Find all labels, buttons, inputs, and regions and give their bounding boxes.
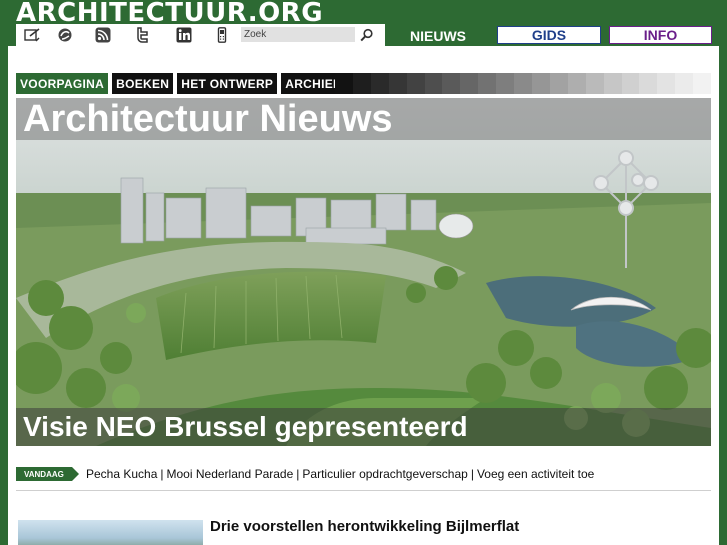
mobile-icon[interactable] bbox=[214, 27, 230, 43]
hero-caption[interactable]: Visie NEO Brussel gepresenteerd bbox=[16, 408, 711, 446]
search-icon[interactable] bbox=[358, 26, 376, 44]
search-input[interactable] bbox=[241, 27, 355, 42]
subnav-voorpagina[interactable]: VOORPAGINA bbox=[16, 73, 109, 94]
separator: | bbox=[160, 467, 164, 481]
subnav-het-ontwerp[interactable]: HET ONTWERP bbox=[177, 73, 278, 94]
compose-icon[interactable] bbox=[24, 27, 40, 43]
vandaag-link[interactable]: Particulier opdrachtgeverschap bbox=[302, 467, 467, 481]
content-panel: VOORPAGINA BOEKEN HET ONTWERP ARCHIEF Ar… bbox=[8, 46, 719, 545]
site-logo[interactable]: ARCHITECTUUR.ORG bbox=[16, 0, 323, 26]
vandaag-link[interactable]: Voeg een activiteit toe bbox=[477, 467, 594, 481]
linkedin-icon[interactable] bbox=[176, 27, 192, 43]
rss-icon[interactable] bbox=[95, 27, 111, 43]
vandaag-badge: VANDAAG bbox=[16, 467, 79, 481]
hero-banner[interactable]: Architectuur Nieuws Visie NEO Brussel ge… bbox=[16, 98, 711, 446]
vandaag-link[interactable]: Mooi Nederland Parade bbox=[167, 467, 294, 481]
tab-gids[interactable]: GIDS bbox=[497, 26, 601, 44]
share-icon[interactable] bbox=[57, 27, 73, 43]
vandaag-link[interactable]: Pecha Kucha bbox=[86, 467, 157, 481]
tab-nieuws[interactable]: NIEUWS bbox=[385, 24, 491, 48]
hero-image bbox=[16, 98, 711, 446]
gradient-strip bbox=[335, 73, 712, 94]
twitter-icon[interactable] bbox=[134, 27, 150, 43]
toolbar bbox=[16, 24, 385, 46]
separator: | bbox=[296, 467, 300, 481]
divider bbox=[16, 490, 711, 491]
article-thumbnail[interactable] bbox=[18, 520, 203, 545]
hero-title[interactable]: Architectuur Nieuws bbox=[16, 98, 711, 140]
subnav-boeken[interactable]: BOEKEN bbox=[112, 73, 174, 94]
vandaag-bar: VANDAAG Pecha Kucha | Mooi Nederland Parad… bbox=[16, 466, 594, 482]
vandaag-links: Pecha Kucha | Mooi Nederland Parade | Partic… bbox=[86, 467, 594, 481]
article-title[interactable]: Drie voorstellen herontwikkeling Bijlmer… bbox=[210, 518, 519, 535]
subnav: VOORPAGINA BOEKEN HET ONTWERP ARCHIEF bbox=[16, 73, 349, 94]
separator: | bbox=[470, 467, 474, 481]
tab-info[interactable]: INFO bbox=[609, 26, 712, 44]
